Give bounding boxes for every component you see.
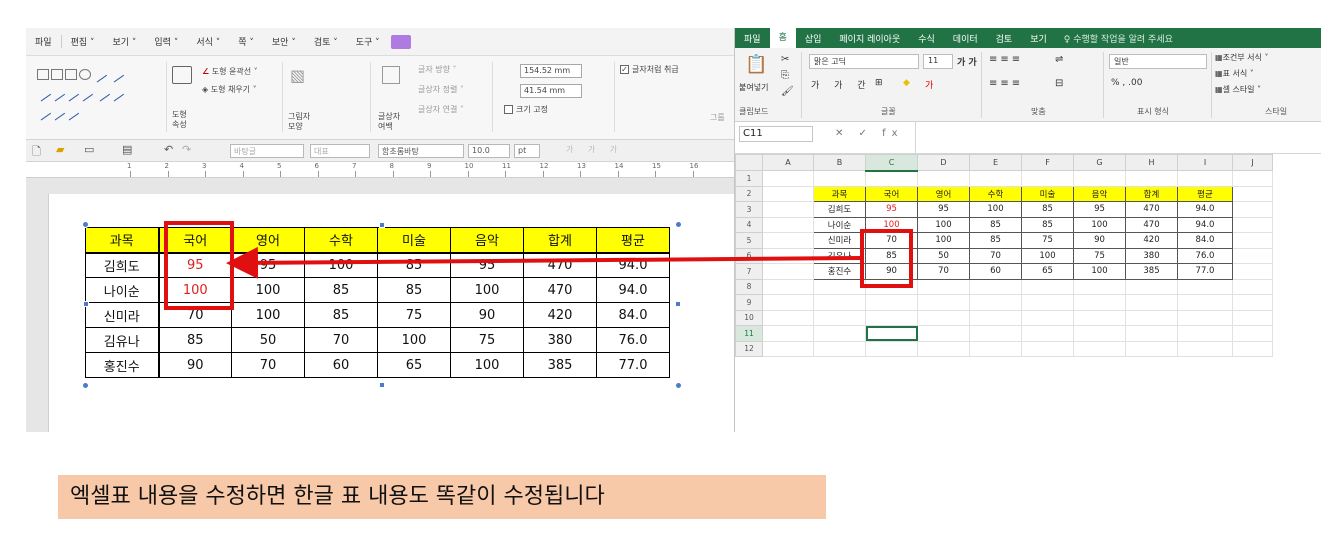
caption-banner: 엑셀표 내용을 수정하면 한글 표 내용도 똑같이 수정됩니다: [58, 475, 826, 519]
arrow-icon: [226, 246, 861, 279]
